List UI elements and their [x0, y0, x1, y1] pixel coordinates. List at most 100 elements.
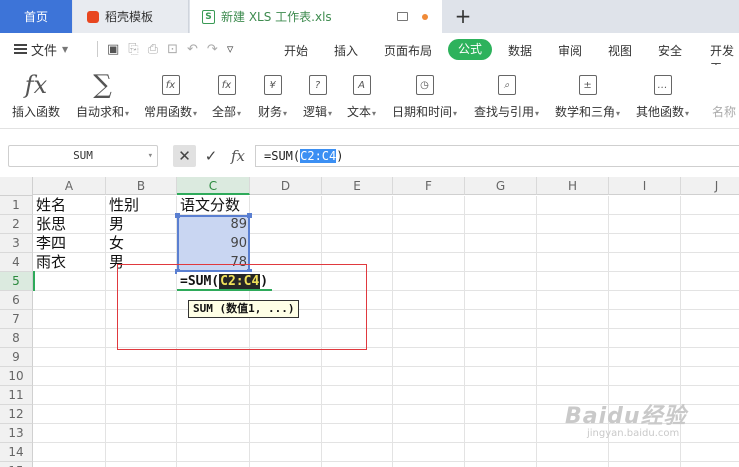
menu-security[interactable]: 安全 — [658, 42, 682, 59]
menu-bar: 文件 ▼ ▣ ⎘ ⎙ ⊡ ↶ ↷ ▿ 开始 插入 页面布局 公式 数据 审阅 视… — [0, 33, 739, 75]
chevron-down-icon[interactable]: ▾ — [148, 146, 153, 166]
watermark-brand: Baidu经验 — [565, 404, 687, 429]
finance-button[interactable]: ¥ 财务▾ — [258, 69, 287, 120]
col-header-j[interactable]: J — [681, 177, 739, 195]
row-header-9[interactable]: 9 — [0, 348, 33, 367]
cancel-formula-button[interactable]: ✕ — [173, 145, 196, 167]
row-header-12[interactable]: 12 — [0, 405, 33, 424]
lookup-button[interactable]: ⌕ 查找与引用▾ — [474, 69, 539, 120]
row-header-6[interactable]: 6 — [0, 291, 33, 310]
chevron-down-icon: ▼ — [62, 44, 69, 54]
annotation-highlight-box — [117, 264, 367, 350]
text-a-icon: A — [352, 75, 371, 95]
cell-c1[interactable]: 语文分数 — [178, 196, 250, 215]
other-functions-label: 其他函数 — [636, 105, 685, 119]
row-header-15[interactable]: 15 — [0, 462, 33, 467]
row-header-3[interactable]: 3 — [0, 234, 33, 253]
common-functions-button[interactable]: fx 常用函数▾ — [144, 69, 197, 120]
sigma-icon: ∑ — [93, 70, 112, 100]
formula-input[interactable]: =SUM(C2:C4) — [255, 145, 739, 167]
col-header-a[interactable]: A — [33, 177, 106, 195]
autosum-label: 自动求和 — [76, 105, 125, 119]
menu-formula[interactable]: 公式 — [448, 39, 492, 60]
row-header-14[interactable]: 14 — [0, 443, 33, 462]
row-header-13[interactable]: 13 — [0, 424, 33, 443]
row-header-5[interactable]: 5 — [0, 272, 33, 291]
datetime-button[interactable]: ◷ 日期和时间▾ — [392, 69, 457, 120]
undo-icon[interactable]: ↶ — [187, 42, 198, 57]
more-icon[interactable]: ▿ — [227, 42, 234, 57]
row-header-7[interactable]: 7 — [0, 310, 33, 329]
name-manager-button[interactable]: 名称 — [712, 69, 736, 120]
menu-page-layout[interactable]: 页面布局 — [384, 42, 432, 59]
tab-file-label: 新建 XLS 工作表.xls — [221, 10, 332, 24]
all-functions-button[interactable]: fx 全部▾ — [212, 69, 241, 120]
redo-icon[interactable]: ↷ — [207, 42, 218, 57]
new-tab-button[interactable]: + — [452, 4, 474, 28]
col-header-b[interactable]: B — [106, 177, 177, 195]
col-header-f[interactable]: F — [393, 177, 465, 195]
cell-a4[interactable]: 雨衣 — [34, 253, 106, 272]
all-functions-label: 全部 — [212, 105, 237, 119]
name-manager-label: 名称 — [712, 105, 737, 119]
formula-ribbon: fx 插入函数 ∑ 自动求和▾ fx 常用函数▾ fx 全部▾ ¥ 财务▾ ? … — [0, 65, 739, 129]
row-header-11[interactable]: 11 — [0, 386, 33, 405]
logic-button[interactable]: ? 逻辑▾ — [303, 69, 332, 120]
preview-icon[interactable]: ⊡ — [167, 42, 178, 57]
autosum-button[interactable]: ∑ 自动求和▾ — [76, 69, 129, 120]
math-button[interactable]: ± 数学和三角▾ — [555, 69, 620, 120]
name-box-value: SUM — [73, 149, 93, 162]
confirm-formula-button[interactable]: ✓ — [202, 145, 220, 167]
name-box[interactable]: SUM ▾ — [8, 145, 158, 167]
docer-logo-icon — [87, 10, 99, 23]
select-all-corner[interactable] — [0, 177, 33, 196]
finance-label: 财务 — [258, 105, 283, 119]
tab-home-label: 首页 — [23, 10, 48, 24]
insert-function-button[interactable]: fx 插入函数 — [12, 69, 60, 120]
row-header-10[interactable]: 10 — [0, 367, 33, 386]
text-button[interactable]: A 文本▾ — [347, 69, 376, 120]
print-icon[interactable]: ⎙ — [148, 42, 158, 57]
cell-b1[interactable]: 性别 — [107, 196, 177, 215]
cell-b3[interactable]: 女 — [107, 234, 177, 253]
col-header-d[interactable]: D — [250, 177, 322, 195]
cell-a2[interactable]: 张思 — [34, 215, 106, 234]
cell-a3[interactable]: 李四 — [34, 234, 106, 253]
currency-icon: ¥ — [263, 75, 282, 95]
monitor-icon[interactable] — [397, 12, 408, 21]
common-functions-icon: fx — [161, 75, 180, 95]
col-header-e[interactable]: E — [322, 177, 393, 195]
row-header-2[interactable]: 2 — [0, 215, 33, 234]
col-header-h[interactable]: H — [537, 177, 609, 195]
cell-b2[interactable]: 男 — [107, 215, 177, 234]
logic-label: 逻辑 — [303, 105, 328, 119]
menu-insert[interactable]: 插入 — [334, 42, 358, 59]
save-icon[interactable]: ▣ — [107, 42, 119, 57]
row-header-4[interactable]: 4 — [0, 253, 33, 272]
common-functions-label: 常用函数 — [144, 105, 193, 119]
export-icon[interactable]: ⎘ — [128, 42, 138, 57]
watermark-url: jingyan.baidu.com — [587, 428, 680, 439]
file-menu[interactable]: 文件 ▼ — [14, 40, 68, 59]
magnifier-icon: ⌕ — [497, 75, 516, 95]
cell-c2[interactable]: 89 — [178, 215, 250, 234]
tab-template[interactable]: 稻壳模板 — [73, 0, 189, 33]
formula-range-ref: C2:C4 — [300, 149, 337, 163]
menu-review[interactable]: 审阅 — [558, 42, 582, 59]
menu-data[interactable]: 数据 — [508, 42, 532, 59]
baidu-watermark: Baidu经验 jingyan.baidu.com — [565, 398, 735, 442]
cell-a1[interactable]: 姓名 — [34, 196, 106, 215]
row-header-8[interactable]: 8 — [0, 329, 33, 348]
other-functions-button[interactable]: … 其他函数▾ — [636, 69, 689, 120]
insert-function-fx-button[interactable]: fx — [227, 145, 249, 167]
col-header-g[interactable]: G — [465, 177, 537, 195]
col-header-c[interactable]: C — [177, 177, 250, 195]
all-functions-icon: fx — [217, 75, 236, 95]
cell-c3[interactable]: 90 — [178, 234, 250, 253]
menu-start[interactable]: 开始 — [284, 42, 308, 59]
tab-home[interactable]: 首页 — [0, 0, 72, 33]
menu-view[interactable]: 视图 — [608, 42, 632, 59]
col-header-i[interactable]: I — [609, 177, 681, 195]
unsaved-dot-icon — [422, 13, 428, 20]
row-header-1[interactable]: 1 — [0, 196, 33, 215]
